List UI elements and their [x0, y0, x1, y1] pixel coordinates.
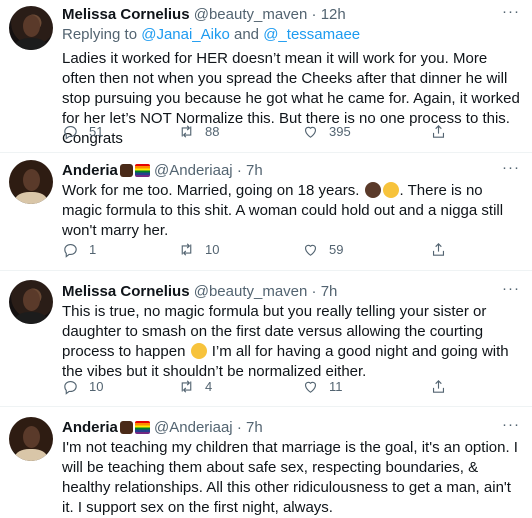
share-icon [432, 125, 445, 138]
reply-button[interactable]: 10 [62, 378, 103, 395]
thinking-face-emoji [190, 343, 207, 359]
rainbow-flag-emoji [134, 164, 150, 177]
tweet-actions: 51 88 395 [62, 123, 482, 143]
timestamp[interactable]: 7h [246, 419, 263, 436]
separator: · [311, 6, 317, 23]
display-name[interactable]: Melissa Cornelius [62, 283, 190, 300]
share-icon [432, 380, 445, 393]
raised-fist-emoji [119, 421, 133, 434]
separator: · [236, 419, 242, 436]
rainbow-flag-emoji [134, 421, 150, 434]
share-button[interactable] [430, 378, 447, 395]
timestamp[interactable]: 7h [246, 162, 263, 179]
user-handle[interactable]: @beauty_maven [194, 283, 308, 300]
reply-icon [64, 125, 77, 140]
more-icon[interactable]: ··· [502, 159, 520, 176]
tweet-2[interactable]: Anderia @Anderiaaj · 7h ··· Work for me … [0, 153, 532, 270]
reply-count: 1 [89, 242, 97, 257]
retweet-icon [181, 380, 192, 393]
reply-count: 51 [89, 124, 104, 139]
more-icon[interactable]: ··· [502, 280, 520, 297]
reply-button[interactable]: 51 [62, 123, 103, 140]
retweet-button[interactable]: 10 [178, 241, 219, 258]
like-count: 11 [329, 379, 343, 394]
user-handle[interactable]: @Anderiaaj [154, 162, 233, 179]
like-icon [304, 381, 317, 393]
display-name[interactable]: Anderia [62, 419, 118, 436]
retweet-count: 88 [205, 124, 220, 139]
like-icon [304, 126, 317, 138]
tweet-text: This is true, no magic formula but you r… [62, 302, 520, 382]
reply-count: 10 [89, 379, 104, 394]
share-icon [432, 243, 445, 256]
share-button[interactable] [430, 241, 447, 258]
raised-fist-emoji [119, 164, 133, 177]
more-icon[interactable]: ··· [502, 3, 520, 20]
display-name[interactable]: Melissa Cornelius [62, 6, 190, 23]
tweet-4[interactable]: Anderia @Anderiaaj · 7h ··· I'm not teac… [0, 407, 532, 516]
retweet-count: 10 [205, 242, 220, 257]
replying-prefix: Replying to [62, 26, 138, 43]
more-icon[interactable]: ··· [502, 416, 520, 433]
like-button[interactable]: 395 [302, 123, 351, 140]
timestamp[interactable]: 7h [321, 283, 338, 300]
reply-icon [64, 380, 77, 395]
mention-link[interactable]: @_tessamaee [263, 26, 360, 43]
rolling-laughing-emoji [382, 182, 399, 198]
timestamp[interactable]: 12h [321, 6, 346, 23]
retweet-count: 4 [205, 379, 213, 394]
user-handle[interactable]: @beauty_maven [194, 6, 308, 23]
tweet-header: Melissa Cornelius @beauty_maven · 12h [62, 5, 346, 25]
tweet-text: I'm not teaching my children that marria… [62, 439, 518, 516]
woman-shrugging-emoji [364, 182, 381, 198]
tweet-1[interactable]: Melissa Cornelius @beauty_maven · 12h ··… [0, 0, 532, 152]
replying-and: and [234, 26, 260, 43]
like-button[interactable]: 59 [302, 241, 343, 258]
reply-button[interactable]: 1 [62, 241, 96, 258]
replying-to: Replying to @Janai_Aiko and @_tessamaee [62, 25, 360, 45]
share-button[interactable] [430, 123, 447, 140]
mention-link[interactable]: @Janai_Aiko [141, 26, 230, 43]
like-icon [304, 244, 317, 256]
tweet-actions: 1 10 59 [62, 241, 482, 261]
tweet-header: Anderia @Anderiaaj · 7h [62, 418, 263, 438]
avatar[interactable] [9, 417, 53, 461]
like-count: 59 [329, 242, 344, 257]
tweet-text: Work for me too. Married, going on 18 ye… [62, 181, 520, 241]
avatar[interactable] [9, 6, 53, 50]
like-count: 395 [329, 124, 351, 139]
retweet-button[interactable]: 88 [178, 123, 219, 140]
tweet-header: Melissa Cornelius @beauty_maven · 7h [62, 282, 337, 302]
user-handle[interactable]: @Anderiaaj [154, 419, 233, 436]
reply-icon [64, 243, 77, 258]
avatar[interactable] [9, 280, 53, 324]
like-button[interactable]: 11 [302, 378, 343, 395]
avatar[interactable] [9, 160, 53, 204]
separator: · [236, 162, 242, 179]
separator: · [311, 283, 317, 300]
tweet-3[interactable]: Melissa Cornelius @beauty_maven · 7h ···… [0, 271, 532, 406]
tweet-header: Anderia @Anderiaaj · 7h [62, 161, 263, 181]
retweet-icon [181, 125, 192, 138]
retweet-icon [181, 243, 192, 256]
tweet-actions: 10 4 11 [62, 378, 482, 398]
display-name[interactable]: Anderia [62, 162, 118, 179]
tweet-text-part: Work for me too. Married, going on 18 ye… [62, 182, 360, 199]
retweet-button[interactable]: 4 [178, 378, 212, 395]
